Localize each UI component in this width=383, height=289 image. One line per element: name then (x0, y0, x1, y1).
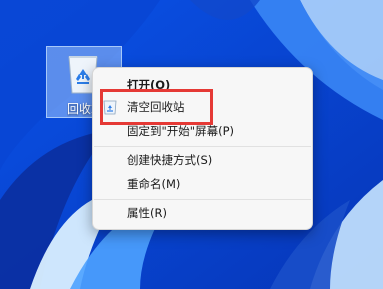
menu-item-rename-label: 重命名(M) (127, 177, 181, 191)
menu-item-pin-to-start-label: 固定到"开始"屏幕(P) (127, 124, 234, 138)
menu-item-rename[interactable]: 重命名(M) (93, 173, 312, 195)
menu-separator (94, 199, 311, 200)
highlight-box (100, 89, 213, 125)
menu-item-create-shortcut[interactable]: 创建快捷方式(S) (93, 149, 312, 171)
menu-item-properties-label: 属性(R) (127, 206, 167, 220)
menu-item-properties[interactable]: 属性(R) (93, 202, 312, 224)
menu-item-create-shortcut-label: 创建快捷方式(S) (127, 153, 213, 167)
menu-separator (94, 146, 311, 147)
